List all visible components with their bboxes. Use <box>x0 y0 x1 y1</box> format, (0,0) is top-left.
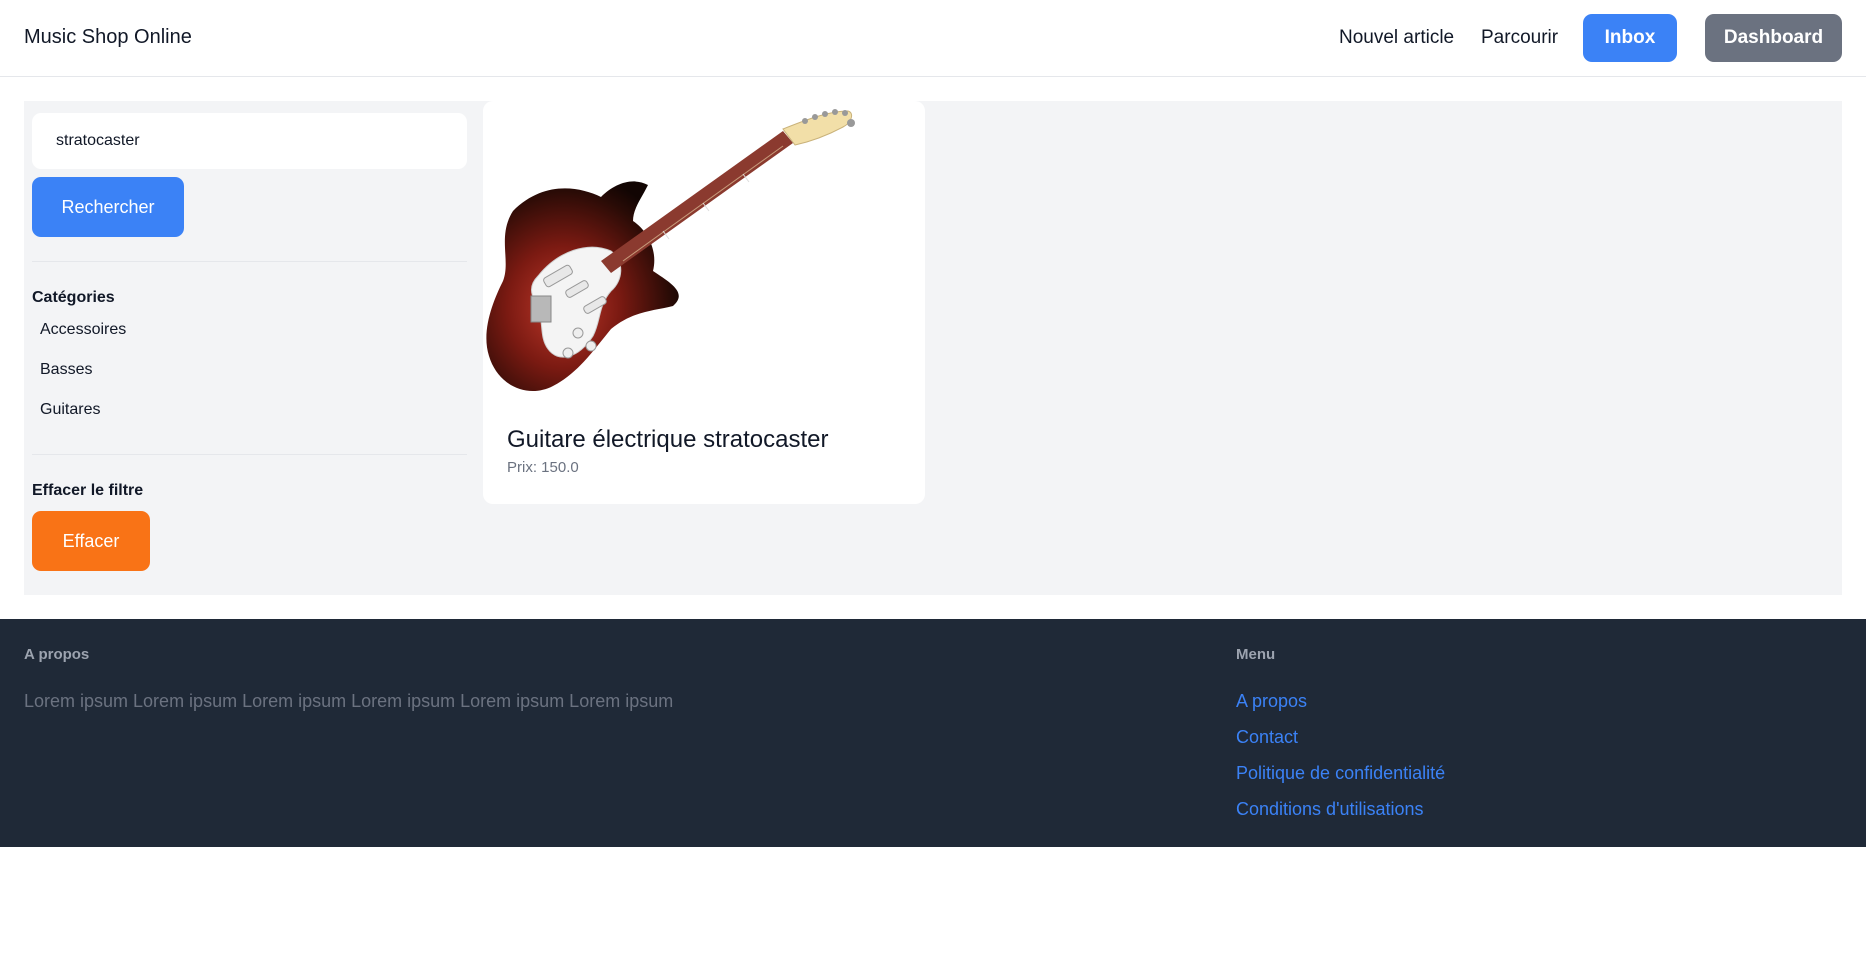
sidebar-divider <box>32 454 467 455</box>
footer-link-terms[interactable]: Conditions d'utilisations <box>1236 799 1424 820</box>
nav-new-item-link[interactable]: Nouvel article <box>1339 27 1454 49</box>
top-navbar: Music Shop Online Nouvel article Parcour… <box>0 0 1866 77</box>
sidebar-divider <box>32 261 467 262</box>
category-item-guitares[interactable]: Guitares <box>40 401 100 419</box>
category-item-accessoires[interactable]: Accessoires <box>40 321 126 339</box>
main-content: Rechercher Catégories Accessoires Basses… <box>24 101 1842 595</box>
footer-about-text: Lorem ipsum Lorem ipsum Lorem ipsum Lore… <box>24 691 674 711</box>
search-input[interactable] <box>32 113 467 169</box>
inbox-button[interactable]: Inbox <box>1583 14 1677 62</box>
footer-link-privacy[interactable]: Politique de confidentialité <box>1236 763 1445 784</box>
category-item-basses[interactable]: Basses <box>40 361 92 379</box>
site-brand[interactable]: Music Shop Online <box>24 26 192 49</box>
footer-about-title: A propos <box>24 646 90 663</box>
product-price: Prix: 150.0 <box>507 459 579 476</box>
product-title[interactable]: Guitare électrique stratocaster <box>507 426 828 454</box>
footer-link-contact[interactable]: Contact <box>1236 727 1298 748</box>
footer-link-about[interactable]: A propos <box>1236 691 1307 712</box>
clear-filter-button[interactable]: Effacer <box>32 511 150 571</box>
dashboard-button[interactable]: Dashboard <box>1705 14 1842 62</box>
electric-guitar-image <box>486 109 855 392</box>
footer-menu-title: Menu <box>1236 646 1276 663</box>
search-button[interactable]: Rechercher <box>32 177 184 237</box>
nav-browse-link[interactable]: Parcourir <box>1481 27 1558 49</box>
product-card[interactable]: Guitare électrique stratocaster Prix: 15… <box>483 101 925 504</box>
categories-title: Catégories <box>32 289 115 306</box>
footer: A propos Lorem ipsum Lorem ipsum Lorem i… <box>0 619 1866 847</box>
clear-filter-title: Effacer le filtre <box>32 482 144 499</box>
